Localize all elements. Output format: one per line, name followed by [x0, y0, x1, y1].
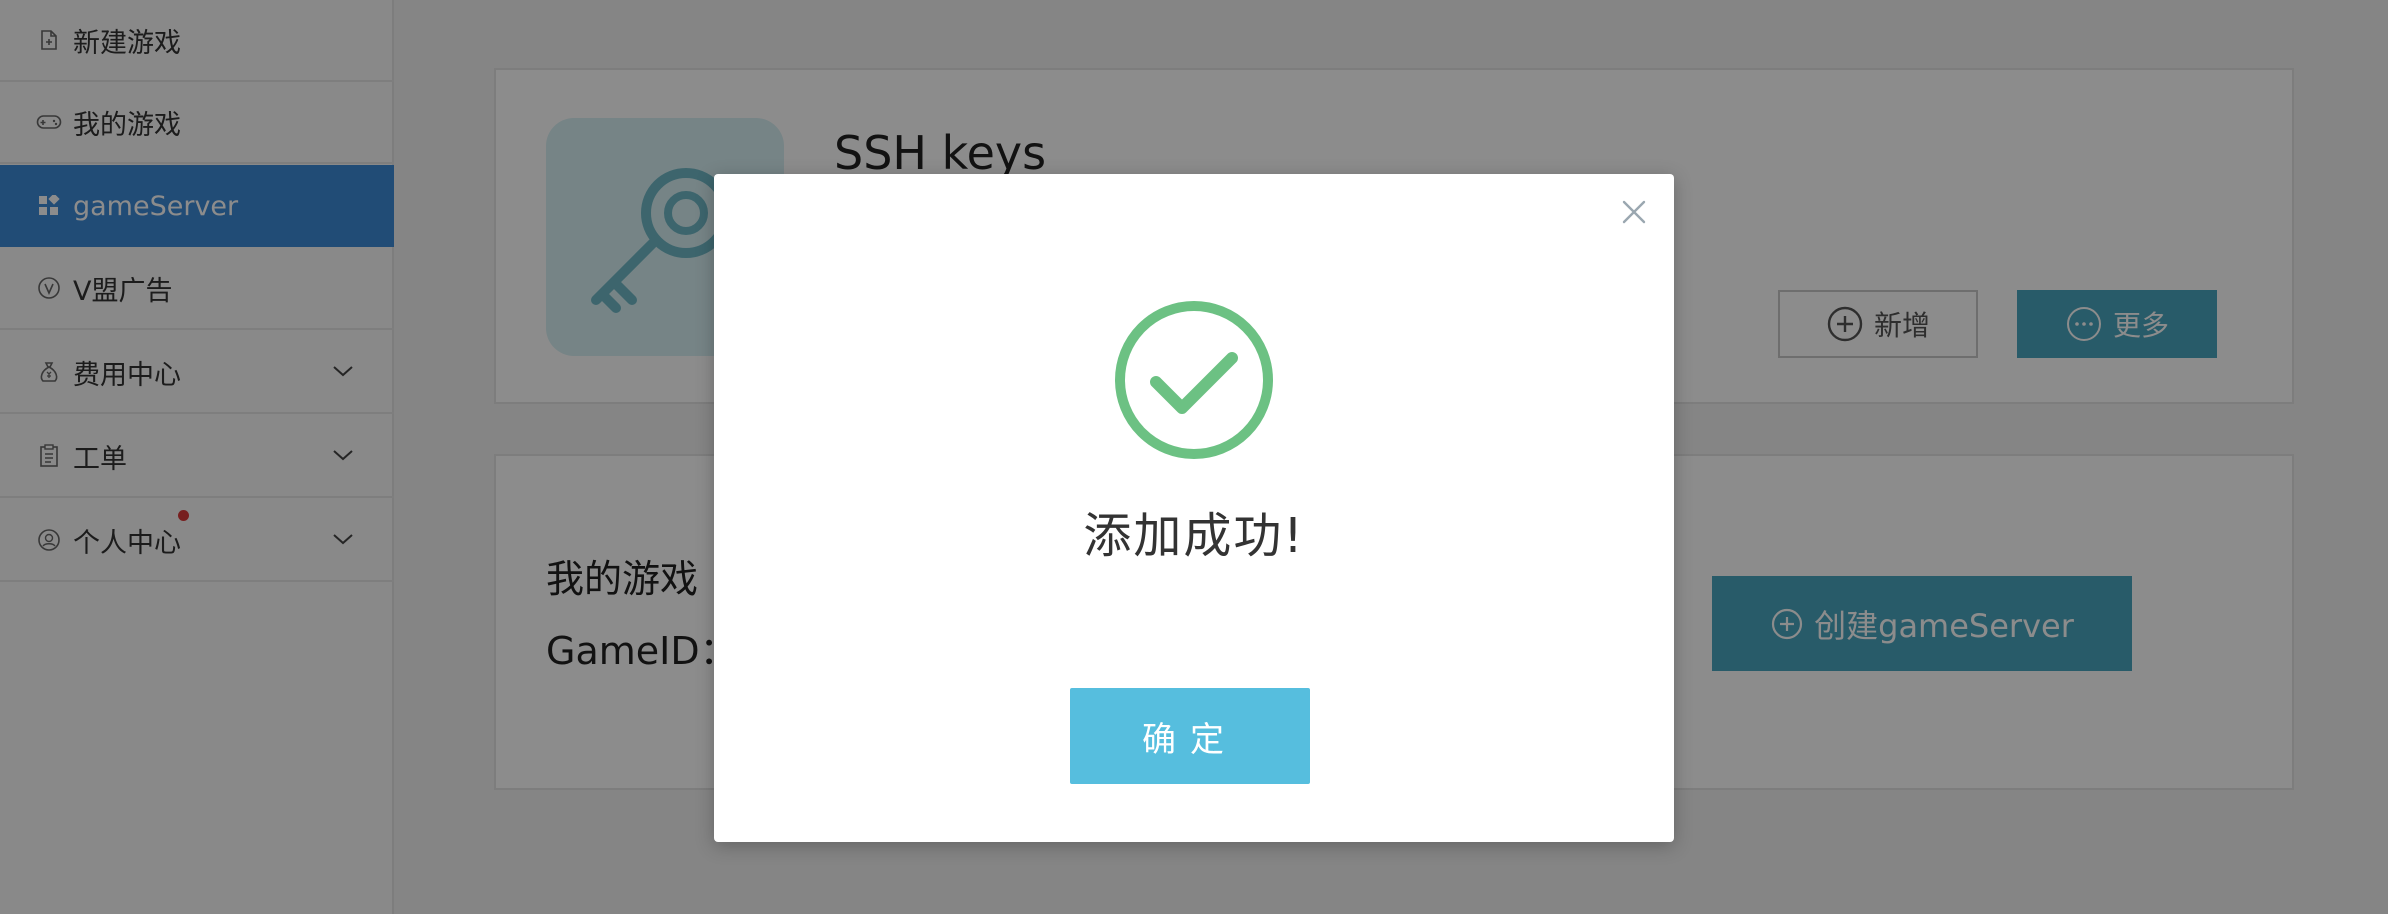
close-icon[interactable] — [1614, 192, 1654, 232]
success-dialog: 添加成功! 确定 — [714, 174, 1674, 842]
confirm-button[interactable]: 确定 — [1070, 688, 1310, 784]
success-check-icon — [1115, 301, 1273, 459]
success-message: 添加成功! — [1083, 508, 1305, 564]
